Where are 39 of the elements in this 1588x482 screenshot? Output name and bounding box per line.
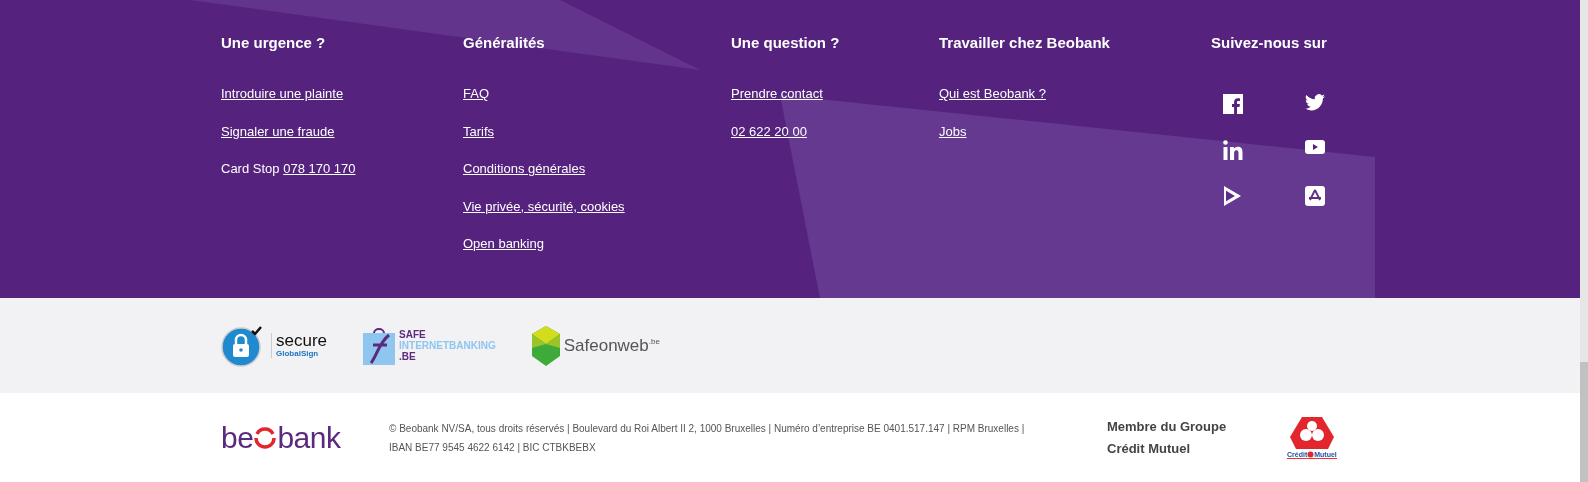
column-heading: Généralités (463, 34, 546, 52)
shield-icon (531, 325, 560, 366)
legal-text: © Beobank NV/SA, tous droits réservés | Boulevard du Roi Albert II 2, 1000 Bruxelles | Numéro d’entreprise BE 0401.517.147 | RPM Bruxelles | (389, 421, 1026, 436)
badge-subtitle: GlobalSign (276, 349, 320, 358)
footer-link[interactable]: Vie privée, sécurité, cookies (463, 198, 625, 214)
badge-text: INTERNETBANKING (399, 340, 496, 351)
group-text: Crédit Mutuel (1107, 439, 1192, 458)
link-label: Card Stop (221, 161, 280, 176)
phone-link[interactable]: 078 170 170 (283, 161, 356, 176)
linkedin-icon[interactable] (1223, 140, 1243, 160)
footer-link[interactable]: Conditions générales (463, 161, 586, 176)
column-heading: Suivez-nous sur (1211, 34, 1328, 52)
column-heading: Une question ? (731, 34, 841, 52)
badge-title: secure (276, 333, 328, 349)
footer-link[interactable]: Jobs (939, 123, 967, 139)
video-play-icon[interactable] (1305, 140, 1325, 154)
badge-text: SAFE (399, 329, 427, 340)
badge-title: Safeonweb$^{.be}$ (563, 335, 660, 356)
footer-link[interactable]: Introduire une plainte (221, 86, 344, 101)
app-store-icon[interactable] (1305, 186, 1325, 206)
hexagon-logo-icon (1289, 416, 1334, 451)
facebook-icon[interactable] (1223, 94, 1243, 114)
footer-link[interactable]: Qui est Beobank ? (939, 86, 1046, 101)
badge-text: .BE (399, 351, 417, 362)
bird-icon[interactable] (1305, 94, 1325, 111)
footer-link[interactable]: FAQ (463, 86, 489, 101)
footer-link[interactable]: 02 622 20 00 (731, 123, 807, 139)
footer-link[interactable]: Prendre contact (731, 86, 823, 101)
footer-link[interactable]: Tarifs (463, 123, 495, 139)
column-heading: Une urgence ? (221, 34, 327, 52)
footer-link[interactable]: Signaler une fraude (221, 123, 335, 139)
column-heading: Travailler chez Beobank (939, 34, 1111, 52)
footer-link[interactable]: Open banking (463, 236, 544, 251)
play-store-icon[interactable] (1223, 186, 1241, 206)
group-text: Membre du Groupe (1107, 417, 1228, 436)
scrollbar-thumb[interactable] (1580, 362, 1588, 482)
shopping-bag-icon (363, 326, 396, 365)
bank-logo[interactable]: be bank (221, 420, 389, 455)
legal-text: IBAN BE77 9545 4622 6142 | BIC CTBKBEBX (389, 440, 597, 455)
